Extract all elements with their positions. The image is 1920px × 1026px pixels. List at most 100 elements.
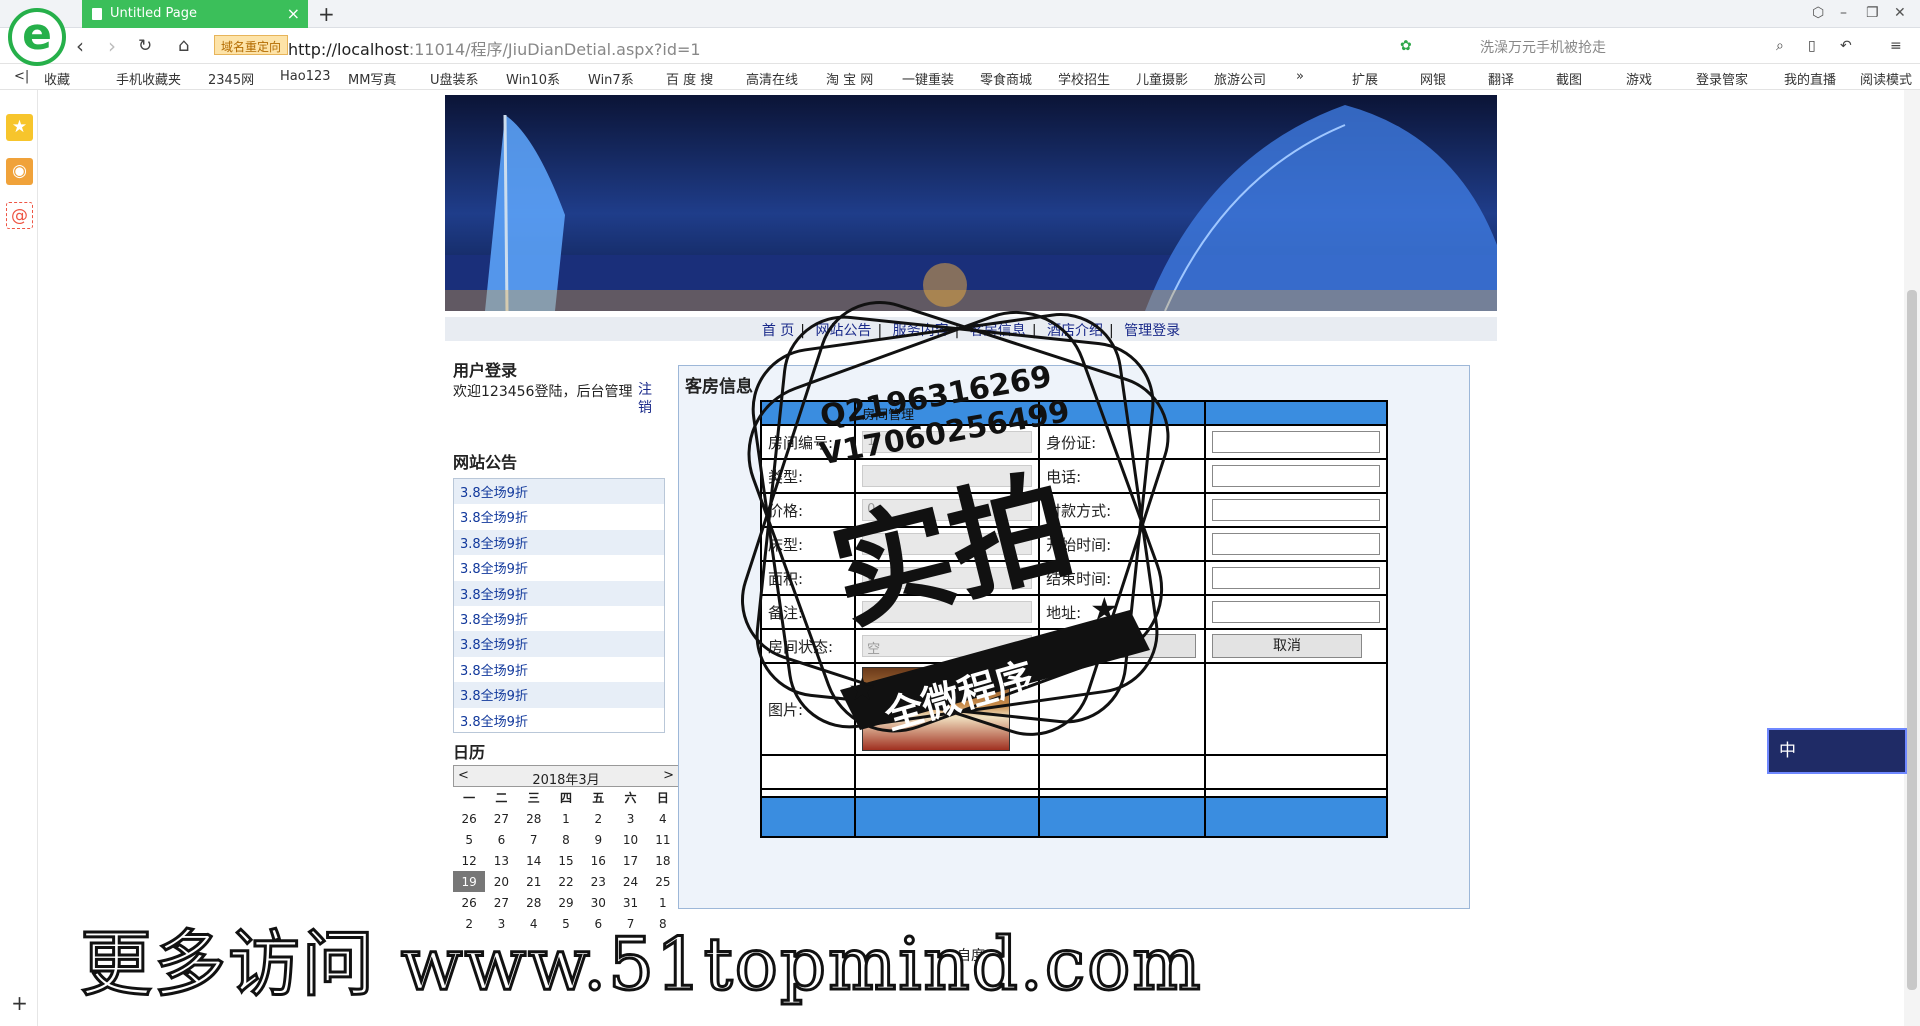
- search-box[interactable]: 洗澡万元手机被抢走: [1480, 37, 1606, 57]
- undo-icon[interactable]: ↶: [1840, 38, 1852, 54]
- weibo-icon[interactable]: ◉: [6, 158, 33, 185]
- area-field[interactable]: 0: [862, 567, 1033, 589]
- collapse-icon[interactable]: <|: [14, 69, 29, 84]
- nav-admin-login[interactable]: 管理登录: [1124, 323, 1180, 339]
- notice-item[interactable]: 3.8全场9折: [454, 555, 664, 580]
- notice-item[interactable]: 3.8全场9折: [454, 580, 664, 606]
- browser-logo-icon[interactable]: e: [8, 8, 66, 66]
- calendar-day[interactable]: 1: [550, 808, 582, 829]
- bookmark-item[interactable]: 游戏: [1626, 69, 1652, 88]
- calendar-day[interactable]: 27: [485, 808, 517, 829]
- bookmark-item[interactable]: 我的直播: [1784, 69, 1836, 88]
- bookmark-item[interactable]: 学校招生: [1058, 69, 1110, 88]
- calendar-day[interactable]: 12: [453, 850, 485, 871]
- nav-hotel-intro[interactable]: 酒店介绍: [1047, 323, 1103, 339]
- nav-service[interactable]: 服务内容: [893, 323, 949, 339]
- bookmark-item[interactable]: 截图: [1556, 69, 1582, 88]
- calendar-day[interactable]: 4: [647, 808, 679, 829]
- bookmark-icon[interactable]: ▯: [1808, 38, 1816, 54]
- notice-item[interactable]: 3.8全场9折: [454, 631, 664, 657]
- notice-item[interactable]: 3.8全场9折: [454, 657, 664, 682]
- calendar-day[interactable]: 10: [614, 829, 646, 850]
- calendar-day[interactable]: 16: [582, 850, 614, 871]
- scrollbar[interactable]: [1904, 90, 1920, 1026]
- forward-icon[interactable]: ›: [108, 34, 116, 58]
- calendar-day[interactable]: 28: [518, 808, 550, 829]
- menu-icon[interactable]: ≡: [1890, 38, 1902, 54]
- end-time-input[interactable]: [1212, 567, 1380, 589]
- next-month-icon[interactable]: >: [663, 768, 674, 783]
- bookmark-item[interactable]: 淘 宝 网: [826, 69, 873, 88]
- bookmark-item[interactable]: Win7系: [588, 69, 634, 88]
- bookmark-item[interactable]: 网银: [1420, 69, 1446, 88]
- nav-notice[interactable]: 网站公告: [815, 323, 871, 339]
- nav-home[interactable]: 首 页: [762, 323, 794, 339]
- notice-item[interactable]: 3.8全场9折: [454, 479, 664, 505]
- minimize-button[interactable]: –: [1840, 5, 1847, 21]
- bookmark-item[interactable]: 高清在线: [746, 69, 798, 88]
- notice-item[interactable]: 3.8全场9折: [454, 529, 664, 556]
- calendar-day[interactable]: 24: [614, 871, 646, 892]
- close-tab-icon[interactable]: ×: [287, 4, 300, 23]
- mail-icon[interactable]: @: [6, 202, 33, 229]
- calendar-day[interactable]: 8: [550, 829, 582, 850]
- type-field[interactable]: [862, 465, 1033, 487]
- home-icon[interactable]: ⌂: [178, 35, 189, 56]
- calendar-day[interactable]: 5: [453, 829, 485, 850]
- calendar-day[interactable]: 2: [582, 808, 614, 829]
- reload-icon[interactable]: ↻: [138, 36, 152, 56]
- tab-active[interactable]: Untitled Page ×: [82, 0, 308, 28]
- room-no-field[interactable]: 1: [862, 431, 1033, 453]
- calendar-day[interactable]: 21: [518, 871, 550, 892]
- back-icon[interactable]: ‹: [76, 34, 84, 58]
- bookmark-item[interactable]: Hao123: [280, 69, 331, 84]
- bookmark-item[interactable]: U盘装系: [430, 69, 479, 88]
- calendar-day[interactable]: 26: [453, 808, 485, 829]
- calendar-day[interactable]: 14: [518, 850, 550, 871]
- calendar-day[interactable]: 9: [582, 829, 614, 850]
- pay-input[interactable]: [1212, 499, 1380, 521]
- calendar-day[interactable]: 23: [582, 871, 614, 892]
- calendar-day[interactable]: 3: [614, 808, 646, 829]
- cancel-button[interactable]: 取消: [1212, 634, 1362, 658]
- notice-item[interactable]: 3.8全场9折: [454, 708, 664, 733]
- bookmark-item[interactable]: 一键重装: [902, 69, 954, 88]
- scrollbar-thumb[interactable]: [1907, 290, 1917, 990]
- calendar-day[interactable]: 17: [614, 850, 646, 871]
- bookmark-item[interactable]: 百 度 搜: [666, 69, 713, 88]
- close-window-button[interactable]: ✕: [1894, 5, 1906, 21]
- calendar-day[interactable]: 19: [453, 871, 486, 892]
- bookmark-item[interactable]: 手机收藏夹: [116, 69, 181, 88]
- add-sidebar-icon[interactable]: +: [6, 990, 33, 1017]
- calendar-day[interactable]: 20: [485, 871, 517, 892]
- calendar-day[interactable]: 13: [485, 850, 517, 871]
- search-icon[interactable]: ⌕: [1776, 38, 1784, 54]
- notice-item[interactable]: 3.8全场9折: [454, 682, 664, 708]
- start-time-input[interactable]: [1212, 533, 1380, 555]
- restore-button[interactable]: ❐: [1866, 5, 1879, 21]
- price-field[interactable]: 0: [862, 499, 1033, 521]
- status-field[interactable]: 空: [862, 635, 1033, 657]
- id-card-input[interactable]: [1212, 431, 1380, 453]
- nav-rooms[interactable]: 客房信息: [970, 323, 1026, 339]
- notice-item[interactable]: 3.8全场9折: [454, 504, 664, 529]
- calendar-day[interactable]: 22: [550, 871, 582, 892]
- ime-widget[interactable]: 中: [1767, 728, 1907, 774]
- bed-field[interactable]: [862, 533, 1033, 555]
- address-input[interactable]: [1212, 601, 1380, 623]
- confirm-button[interactable]: 确定: [1046, 634, 1197, 658]
- bookmark-item[interactable]: 2345网: [208, 69, 254, 88]
- bookmark-item[interactable]: MM写真: [348, 69, 396, 88]
- new-tab-button[interactable]: +: [318, 2, 335, 26]
- redirect-badge[interactable]: 域名重定向: [214, 35, 289, 55]
- bookmark-item[interactable]: 登录管家: [1696, 69, 1748, 88]
- calendar-day[interactable]: 11: [647, 829, 679, 850]
- logout-link[interactable]: 注销: [638, 381, 654, 417]
- calendar-day[interactable]: 7: [518, 829, 550, 850]
- bookmark-item[interactable]: 儿童摄影: [1136, 69, 1188, 88]
- calendar-day[interactable]: 25: [647, 871, 679, 892]
- bookmark-item[interactable]: 零食商城: [980, 69, 1032, 88]
- bookmark-item[interactable]: 翻译: [1488, 69, 1514, 88]
- bookmark-item[interactable]: 阅读模式: [1860, 69, 1912, 88]
- bookmark-item[interactable]: 收藏: [44, 69, 70, 88]
